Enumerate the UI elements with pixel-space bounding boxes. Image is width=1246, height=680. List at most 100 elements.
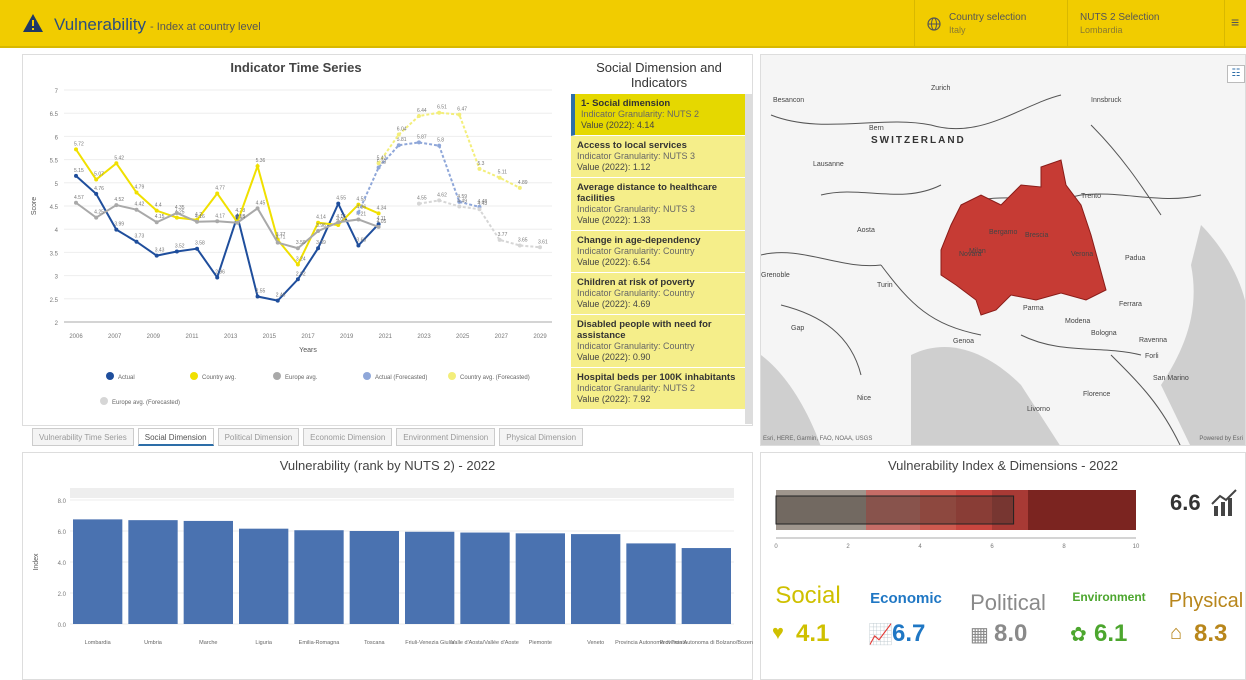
data-point bbox=[517, 185, 522, 190]
tab-political-dimension[interactable]: Political Dimension bbox=[217, 428, 300, 446]
person-icon: ♥ bbox=[772, 622, 784, 644]
dimensions-title: Vulnerability Index & Dimensions - 2022 bbox=[887, 458, 1119, 473]
map-panel[interactable]: SWITZERLAND Besancon Zurich Innsbruck Bern L… bbox=[760, 54, 1246, 446]
data-point bbox=[437, 110, 442, 115]
data-point bbox=[477, 166, 482, 171]
data-point bbox=[174, 249, 179, 254]
map-city-label: Parma bbox=[1023, 305, 1044, 312]
data-point bbox=[457, 112, 462, 117]
data-label: 4.43 bbox=[477, 201, 487, 207]
data-label: 3.52 bbox=[175, 243, 185, 249]
tab-environment-dimension[interactable]: Environment Dimension bbox=[396, 428, 496, 446]
legend-label: Europe avg. bbox=[285, 375, 318, 381]
tab-vulnerability-time-series[interactable]: Vulnerability Time Series bbox=[32, 428, 134, 446]
map-country-label: SWITZERLAND bbox=[871, 135, 966, 146]
indicator-list[interactable]: 1- Social dimension Indicator Granularity… bbox=[571, 94, 753, 424]
indicator-item[interactable]: Change in age-dependency Indicator Granul… bbox=[571, 231, 745, 273]
data-point bbox=[376, 211, 381, 216]
map-city-label: Ferrara bbox=[1119, 301, 1142, 308]
map-city-label: Besancon bbox=[773, 97, 805, 104]
data-label: 5.07 bbox=[94, 172, 104, 178]
data-point bbox=[457, 204, 462, 209]
data-label: 3.65 bbox=[356, 237, 366, 243]
building-icon: ▦ bbox=[970, 624, 989, 646]
x-tick-label: 2009 bbox=[147, 334, 161, 340]
rank-bar-chart: 0.0 2.0 4.0 6.0 8.0 Index Lombardia Umbria March… bbox=[33, 488, 753, 646]
map-canvas[interactable] bbox=[761, 55, 1246, 446]
dimension-value: 4.1 bbox=[796, 620, 830, 647]
indicator-granularity: Indicator Granularity: NUTS 3 bbox=[577, 204, 696, 214]
indicator-item[interactable]: Children at risk of poverty Indicator Gra… bbox=[571, 273, 745, 315]
y-tick-label: 8.0 bbox=[58, 499, 67, 505]
data-label: 5.36 bbox=[256, 158, 266, 164]
data-label: 3.71 bbox=[276, 235, 286, 241]
tab-physical-dimension[interactable]: Physical Dimension bbox=[499, 428, 584, 446]
app-title: Vulnerability - Index at country level bbox=[54, 15, 261, 34]
indicator-value: Value (2022): 6.54 bbox=[577, 257, 651, 267]
map-city-label: Florence bbox=[1083, 391, 1111, 398]
data-point bbox=[497, 175, 502, 180]
y-tick-label: 4.5 bbox=[50, 205, 59, 211]
x-tick-label: 2013 bbox=[224, 334, 238, 340]
map-city-label: Aosta bbox=[857, 227, 875, 234]
data-label: 2.46 bbox=[276, 293, 286, 299]
dimension-label: Political bbox=[970, 590, 1046, 615]
indicator-item[interactable]: 1- Social dimension Indicator Granularity… bbox=[571, 94, 745, 136]
data-label: 3.73 bbox=[135, 234, 145, 240]
data-point bbox=[74, 147, 78, 152]
tab-economic-dimension[interactable]: Economic Dimension bbox=[303, 428, 393, 446]
header-bar: Vulnerability - Index at country level Co… bbox=[0, 0, 1246, 48]
data-label: 4.16 bbox=[195, 214, 205, 220]
y-axis-label: Score bbox=[31, 197, 38, 215]
x-tick-label: 6 bbox=[990, 544, 994, 550]
data-label: 4.25 bbox=[94, 210, 104, 216]
data-label: 5.72 bbox=[74, 141, 84, 147]
data-point bbox=[295, 262, 300, 267]
map-city-label: Innsbruck bbox=[1091, 97, 1122, 104]
x-tick-label: 2 bbox=[846, 544, 850, 550]
data-point bbox=[336, 220, 341, 225]
data-point bbox=[295, 246, 300, 251]
indicator-granularity: Indicator Granularity: Country bbox=[577, 288, 695, 298]
dimension-label: Physical bbox=[1168, 590, 1244, 612]
data-point bbox=[154, 253, 159, 258]
data-label: 5.11 bbox=[498, 170, 508, 176]
index-value: 6.6 bbox=[1170, 490, 1201, 515]
map-layers-icon[interactable]: ☷ bbox=[1227, 65, 1245, 83]
data-label: 5.81 bbox=[397, 137, 407, 143]
bar bbox=[349, 531, 399, 624]
map-city-label: San Marino bbox=[1153, 375, 1189, 382]
bar bbox=[405, 531, 455, 624]
data-point bbox=[356, 217, 361, 222]
indicator-value: Value (2022): 7.92 bbox=[577, 394, 651, 404]
indicator-granularity: Indicator Granularity: Country bbox=[577, 341, 695, 351]
indicator-item[interactable]: Disabled people with need for assistance… bbox=[571, 315, 745, 368]
data-label: 4.89 bbox=[518, 180, 528, 186]
country-selector[interactable]: Country selection Italy bbox=[914, 0, 1066, 48]
x-tick-label: 0 bbox=[774, 544, 778, 550]
data-label: 4.55 bbox=[336, 196, 346, 202]
scroll-track bbox=[70, 488, 734, 498]
bar bbox=[239, 528, 289, 624]
bar bbox=[571, 534, 621, 624]
y-tick-label: 6.0 bbox=[58, 530, 67, 536]
indicator-item[interactable]: Access to local services Indicator Granul… bbox=[571, 136, 745, 178]
dimension-value: 6.7 bbox=[892, 620, 926, 647]
menu-icon[interactable]: ≡ bbox=[1224, 0, 1246, 48]
data-label: 3.58 bbox=[195, 241, 205, 247]
data-point bbox=[396, 143, 401, 148]
indicator-name: Change in age-dependency bbox=[577, 235, 701, 246]
y-tick-label: 6.5 bbox=[50, 112, 59, 118]
tab-social-dimension[interactable]: Social Dimension bbox=[137, 428, 214, 446]
indicator-item[interactable]: Average distance to healthcare facilitie… bbox=[571, 178, 745, 231]
dimension-label: Environment bbox=[1072, 590, 1146, 604]
map-city-label: Grenoble bbox=[761, 272, 790, 279]
indicator-item[interactable]: Hospital beds per 100K inhabitants Indica… bbox=[571, 368, 745, 410]
nuts-selector[interactable]: NUTS 2 Selection Lombardia bbox=[1067, 0, 1222, 48]
bar bbox=[515, 533, 565, 624]
data-point bbox=[174, 215, 179, 220]
data-point bbox=[134, 239, 139, 244]
x-tick-label: Veneto bbox=[587, 640, 604, 646]
map-city-label: Bern bbox=[869, 125, 884, 132]
x-tick-label: 4 bbox=[918, 544, 922, 550]
